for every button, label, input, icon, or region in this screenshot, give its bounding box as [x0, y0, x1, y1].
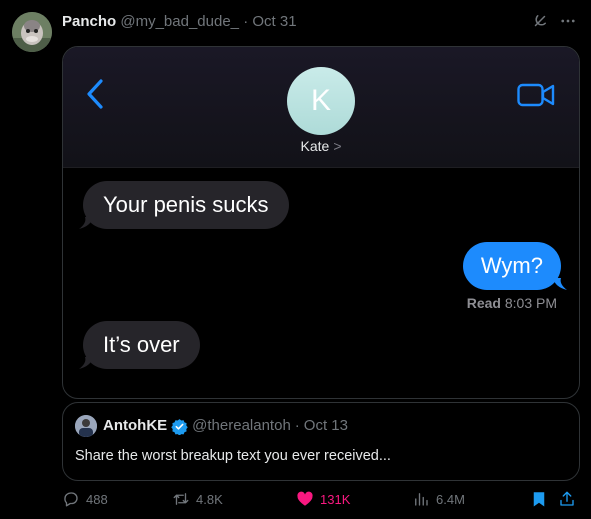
- like-button[interactable]: 131K: [296, 490, 350, 508]
- verified-badge-icon: [171, 418, 188, 435]
- reply-button[interactable]: 488: [62, 490, 108, 508]
- message-bubble-incoming: It’s over: [83, 321, 200, 369]
- video-camera-icon[interactable]: [517, 82, 555, 108]
- chevron-left-icon[interactable]: [83, 77, 107, 111]
- message-bubble-outgoing: Wym?: [462, 242, 561, 290]
- post-action-bar: 488 4.8K 131K 6.4M: [62, 490, 578, 512]
- author-avatar-image: [12, 12, 52, 52]
- message-text: Wym?: [480, 253, 543, 278]
- quote-author-handle[interactable]: @therealantoh: [192, 416, 291, 436]
- reply-count: 488: [86, 491, 108, 507]
- views-count: 6.4M: [436, 491, 465, 507]
- separator-dot: ·: [243, 13, 249, 30]
- post-date[interactable]: Oct 31: [252, 13, 296, 30]
- reply-icon: [64, 492, 78, 507]
- like-count: 131K: [320, 491, 351, 507]
- share-button[interactable]: [558, 490, 576, 508]
- post-header: Pancho @my_bad_dude_ · Oct 31: [62, 12, 297, 32]
- read-label: Read: [466, 295, 501, 311]
- read-time: 8:03 PM: [504, 295, 557, 311]
- quote-date[interactable]: Oct 13: [304, 416, 348, 436]
- author-avatar[interactable]: [12, 12, 52, 52]
- quote-text: Share the worst breakup text you ever re…: [75, 448, 391, 464]
- bubble-tail-out: [553, 278, 567, 290]
- share-icon: [560, 491, 574, 506]
- contact-name-row[interactable]: Kate >: [63, 138, 579, 154]
- more-horizontal-icon[interactable]: [559, 12, 577, 30]
- heart-icon: [297, 491, 313, 506]
- message-bubble-incoming: Your penis sucks: [83, 181, 289, 229]
- views-chart-icon: [415, 493, 428, 506]
- repost-button[interactable]: 4.8K: [172, 490, 223, 508]
- views-button[interactable]: 6.4M: [412, 490, 465, 508]
- author-name[interactable]: Pancho: [62, 13, 116, 30]
- quote-header: AntohKE @therealantoh · Oct 13: [103, 416, 348, 436]
- contact-name: Kate: [300, 138, 330, 154]
- quote-author-avatar[interactable]: [75, 415, 97, 437]
- read-receipt: Read 8:03 PM: [467, 295, 557, 311]
- author-handle[interactable]: @my_bad_dude_: [120, 13, 239, 30]
- bookmark-icon: [533, 492, 545, 507]
- separator-dot: ·: [294, 417, 300, 434]
- grok-icon[interactable]: [531, 12, 549, 30]
- message-text: It’s over: [103, 332, 180, 357]
- repost-icon: [173, 493, 189, 505]
- post-top-actions: [531, 12, 577, 30]
- message-text: Your penis sucks: [103, 192, 269, 217]
- bookmark-button[interactable]: [530, 490, 548, 508]
- contact-avatar[interactable]: K: [287, 67, 355, 135]
- quote-author-name[interactable]: AntohKE: [103, 416, 167, 436]
- quote-avatar-image: [75, 415, 97, 437]
- contact-initial: K: [310, 84, 331, 117]
- imessage-header: K Kate >: [63, 47, 579, 168]
- post-image[interactable]: K Kate > Your penis sucks Wym? Read 8:03 …: [62, 46, 580, 399]
- quoted-post[interactable]: AntohKE @therealantoh · Oct 13 Share the…: [62, 402, 580, 481]
- chevron-right-icon: >: [333, 138, 342, 154]
- repost-count: 4.8K: [196, 491, 223, 507]
